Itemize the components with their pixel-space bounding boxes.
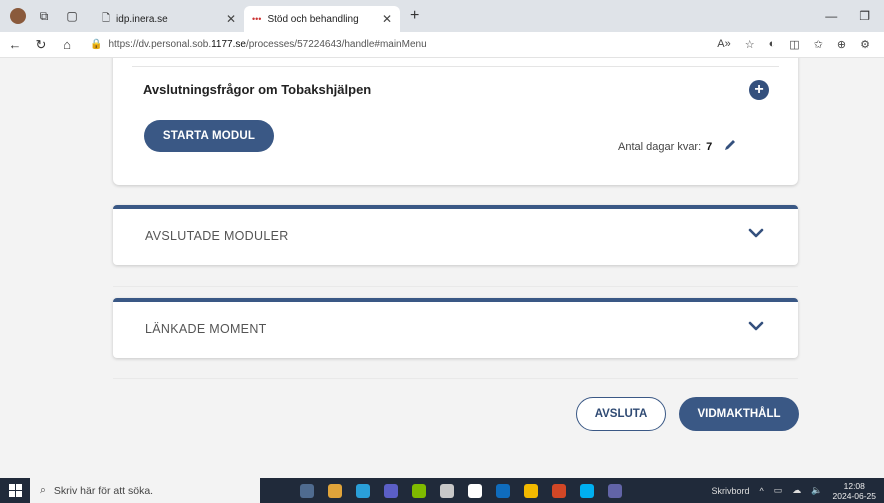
teams-icon[interactable] <box>384 483 398 498</box>
teams-classic-icon[interactable] <box>608 483 622 498</box>
days-value: 7 <box>706 140 713 153</box>
browser-tools: A» ☆ ◐ ◫ ✩ ⊕ ⚙ <box>717 38 870 51</box>
section-label: AVSLUTADE MODULER <box>145 229 289 243</box>
refresh-icon[interactable]: ↻ <box>30 37 52 53</box>
tab-title: idp.inera.se <box>116 13 168 25</box>
file-explorer-icon[interactable] <box>328 483 342 498</box>
expand-plus-button[interactable]: + <box>749 80 769 100</box>
back-icon[interactable]: ← <box>4 37 26 52</box>
skype-icon[interactable] <box>580 483 594 498</box>
days-remaining: Antal dagar kvar: 7 <box>618 138 737 155</box>
volume-icon[interactable]: 🔈 <box>811 485 822 496</box>
paint-icon[interactable] <box>440 483 454 498</box>
clock[interactable]: 12:08 2024-06-25 <box>833 481 876 501</box>
tab-title: Stöd och behandling <box>267 13 359 25</box>
module-title: Avslutningsfrågor om Tobakshjälpen <box>143 82 372 97</box>
split-screen-icon[interactable]: ◫ <box>789 38 799 51</box>
favorite-star-icon[interactable]: ☆ <box>745 38 755 51</box>
taskbar-apps <box>300 483 622 498</box>
clock-time: 12:08 <box>843 480 865 491</box>
divider <box>113 286 798 287</box>
favorites-icon[interactable]: ✩ <box>814 38 823 51</box>
workspaces-icon[interactable]: ⧉ <box>34 6 54 26</box>
url-field[interactable]: 🔒 https://dv.personal.sob.1177.se/proces… <box>90 39 717 50</box>
minimize-icon[interactable]: — <box>825 9 837 23</box>
new-tab-icon[interactable]: + <box>410 7 419 25</box>
restore-icon[interactable]: ❐ <box>859 9 870 23</box>
page-icon: 🗋 <box>102 12 111 24</box>
close-tab-icon[interactable]: ✕ <box>382 12 392 26</box>
avsluta-button[interactable]: AVSLUTA <box>576 397 666 431</box>
module-card: Avslutningsfrågor om Tobakshjälpen + STA… <box>113 58 798 185</box>
address-bar: ← ↻ ⌂ 🔒 https://dv.personal.sob.1177.se/… <box>0 32 884 58</box>
extension-icon[interactable]: ◐ <box>769 38 776 51</box>
site-favicon-icon: ••• <box>252 14 262 24</box>
search-placeholder: Skriv här för att söka. <box>53 484 154 497</box>
tab-stod[interactable]: ••• Stöd och behandling ✕ <box>244 6 400 32</box>
sticky-notes-icon[interactable] <box>524 483 538 498</box>
windows-start-icon[interactable] <box>0 478 30 503</box>
vidmakthall-button[interactable]: VIDMAKTHÅLL <box>679 397 799 431</box>
chevron-up-icon[interactable]: ^ <box>760 486 764 496</box>
tab-idp[interactable]: 🗋 idp.inera.se ✕ <box>94 6 244 32</box>
notepad-icon[interactable] <box>468 483 482 498</box>
onedrive-icon[interactable]: ☁ <box>792 485 801 496</box>
search-icon: ⌕ <box>40 484 46 496</box>
section-label: LÄNKADE MOMENT <box>145 322 267 336</box>
divider <box>113 378 798 379</box>
desktop-label[interactable]: Skrivbord <box>712 486 750 496</box>
edge-icon[interactable] <box>356 483 370 498</box>
outlook-icon[interactable] <box>496 483 510 498</box>
taskbar-search[interactable]: ⌕ Skriv här för att söka. <box>30 478 260 503</box>
profile-avatar[interactable] <box>10 8 26 24</box>
powerpoint-icon[interactable] <box>552 483 566 498</box>
page-content: Avslutningsfrågor om Tobakshjälpen + STA… <box>0 58 884 478</box>
close-tab-icon[interactable]: ✕ <box>226 12 236 26</box>
window-controls: — ❐ <box>825 9 870 23</box>
clock-date: 2024-06-25 <box>832 490 876 501</box>
chevron-down-icon[interactable] <box>746 223 766 243</box>
slack-icon[interactable] <box>412 483 426 498</box>
edit-pencil-icon[interactable] <box>723 138 737 155</box>
copilot-icon[interactable]: ⚙ <box>860 38 870 51</box>
start-module-button[interactable]: STARTA MODUL <box>144 120 274 152</box>
tab-actions-icon[interactable]: ▢ <box>62 6 82 26</box>
section-lankade-moment[interactable]: LÄNKADE MOMENT <box>113 298 798 358</box>
section-avslutade-moduler[interactable]: AVSLUTADE MODULER <box>113 205 798 265</box>
task-view-icon[interactable] <box>300 483 314 498</box>
read-aloud-icon[interactable]: A» <box>717 38 730 51</box>
chevron-down-icon[interactable] <box>746 316 766 336</box>
divider <box>132 66 779 67</box>
days-label: Antal dagar kvar: <box>618 140 702 153</box>
system-tray: Skrivbord ^ ▭ ☁ 🔈 12:08 2024-06-25 <box>712 481 876 501</box>
url-text: https://dv.personal.sob.1177.se/processe… <box>108 39 427 50</box>
browser-tab-bar: ⧉ ▢ 🗋 idp.inera.se ✕ ••• Stöd och behand… <box>0 0 884 32</box>
windows-taskbar: ⌕ Skriv här för att söka. Skrivbord ^ ▭ … <box>0 478 884 503</box>
home-icon[interactable]: ⌂ <box>56 37 78 52</box>
network-icon[interactable]: ▭ <box>774 485 783 496</box>
collections-icon[interactable]: ⊕ <box>837 38 846 51</box>
lock-icon: 🔒 <box>90 39 103 50</box>
